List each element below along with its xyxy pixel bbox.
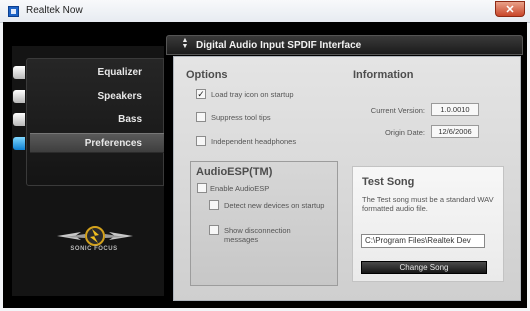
current-version-label: Current Version: (370, 106, 425, 115)
nav-tab-equalizer[interactable] (13, 66, 25, 79)
independent-headphones-checkbox[interactable] (196, 136, 206, 146)
nav-item-bass[interactable]: Bass (30, 110, 164, 130)
nav-item-speakers[interactable]: Speakers (30, 87, 164, 107)
origin-date-value: 12/6/2006 (431, 125, 479, 138)
change-song-button[interactable]: Change Song (361, 261, 487, 274)
app-icon (8, 6, 19, 17)
window-title: Realtek Now (26, 5, 83, 16)
test-song-path-field[interactable]: C:\Program Files\Realtek Dev (361, 234, 485, 248)
origin-date-label: Origin Date: (384, 128, 425, 137)
independent-headphones-label: Independent headphones (211, 137, 297, 146)
test-song-description: The Test song must be a standard WAV for… (362, 195, 494, 213)
audioesp-group (190, 161, 338, 286)
show-disconnection-label: Show disconnection messages (224, 226, 291, 244)
test-song-heading: Test Song (362, 176, 415, 188)
information-heading: Information (353, 69, 414, 81)
nav-tab-preferences[interactable] (13, 137, 25, 150)
up-down-arrows-icon[interactable]: ▲ ▼ (181, 37, 189, 50)
nav-tab-bass[interactable] (13, 113, 25, 126)
load-tray-icon-label: Load tray icon on startup (211, 90, 294, 99)
suppress-tool-tips-label: Suppress tool tips (211, 113, 271, 122)
nav-tab-speakers[interactable] (13, 90, 25, 103)
nav-item-equalizer[interactable]: Equalizer (30, 63, 164, 83)
options-heading: Options (186, 69, 228, 81)
audioesp-heading: AudioESP(TM) (196, 166, 273, 178)
current-version-value: 1.0.0010 (431, 103, 479, 116)
suppress-tool-tips-checkbox[interactable] (196, 112, 206, 122)
load-tray-icon-checkbox[interactable]: ✓ (196, 89, 206, 99)
close-button[interactable]: ✕ (495, 1, 525, 17)
detect-new-devices-checkbox[interactable] (209, 200, 219, 210)
show-disconnection-checkbox[interactable] (209, 225, 219, 235)
header-title: Digital Audio Input SPDIF Interface (196, 40, 362, 51)
enable-audioesp-label: Enable AudioESP (210, 184, 270, 193)
enable-audioesp-checkbox[interactable] (197, 183, 207, 193)
nav-item-preferences[interactable]: Preferences (30, 133, 164, 153)
logo-text: SONIC FOCUS (70, 246, 118, 252)
detect-new-devices-label: Detect new devices on startup (224, 201, 325, 210)
